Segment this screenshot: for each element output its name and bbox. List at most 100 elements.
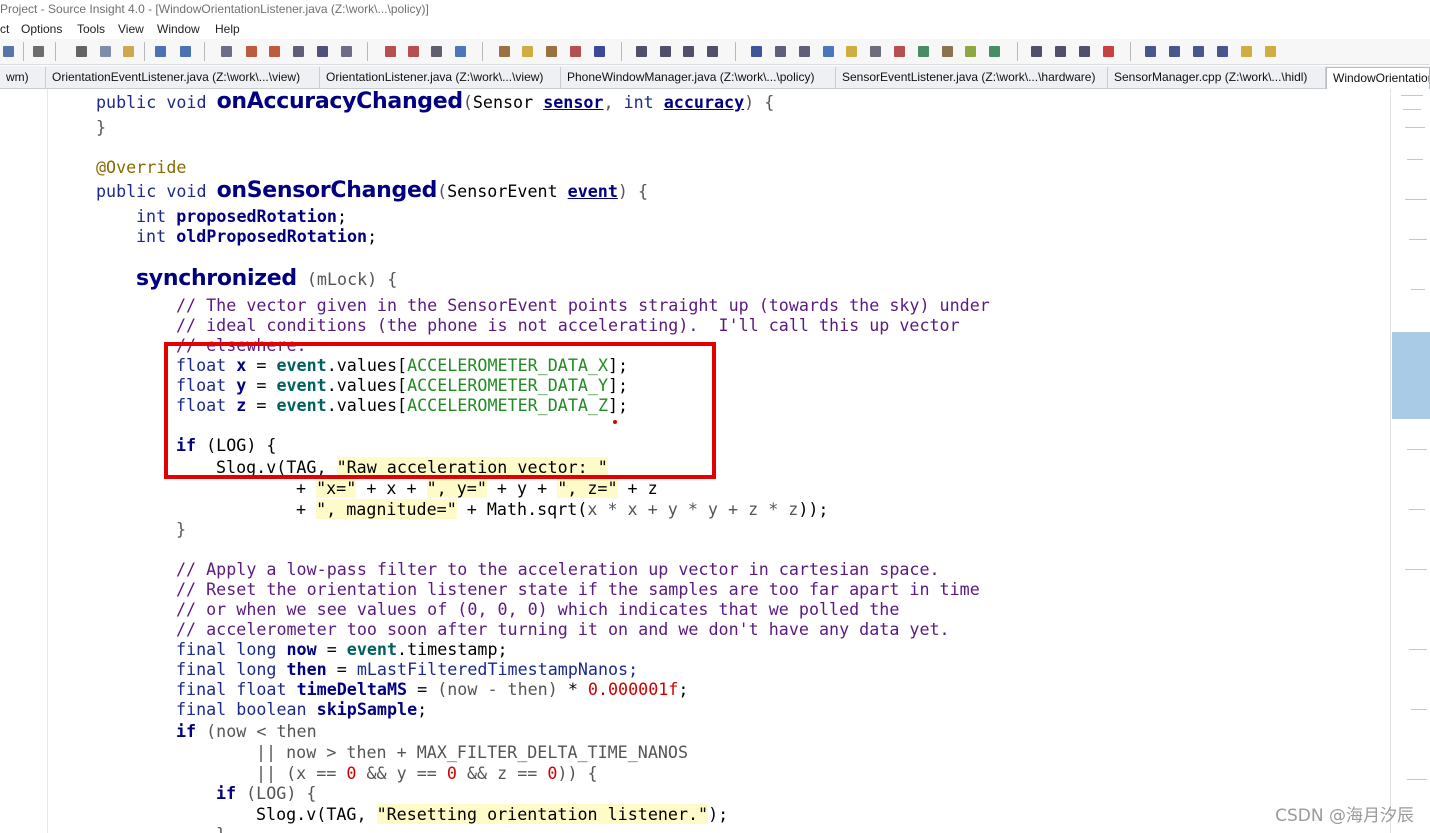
watermark: CSDN @海月汐辰 bbox=[1275, 806, 1414, 826]
find-next-icon[interactable] bbox=[266, 43, 283, 60]
code-line: final float timeDeltaMS = (now - then) *… bbox=[176, 679, 689, 699]
window-title-bar: Project - Source Insight 4.0 - [WindowOr… bbox=[0, 0, 1430, 19]
tab-window-orientation-listener[interactable]: WindowOrientationListener.java bbox=[1326, 67, 1430, 89]
cut-icon[interactable] bbox=[73, 43, 90, 60]
minimap-line bbox=[1405, 569, 1427, 570]
minimap-line bbox=[1401, 95, 1423, 96]
menu-tools[interactable]: Tools bbox=[77, 19, 105, 39]
toolbar-separator bbox=[367, 42, 368, 61]
code-line: public void onSensorChanged(SensorEvent … bbox=[96, 178, 649, 203]
minimap-line bbox=[1407, 159, 1423, 160]
code-line: + "x=" + x + ", y=" + y + ", z=" + z bbox=[296, 478, 658, 498]
minimap-line bbox=[1409, 509, 1425, 510]
undo-icon[interactable] bbox=[152, 43, 169, 60]
tab-sensor-event-listener[interactable]: SensorEventListener.java (Z:\work\...\ha… bbox=[836, 67, 1108, 89]
code-editor[interactable]: public void onAccuracyChanged(Sensor sen… bbox=[0, 89, 1390, 833]
code-overview-scrollbar[interactable] bbox=[1390, 89, 1430, 833]
back-icon[interactable] bbox=[382, 43, 399, 60]
highlight-annotation-box bbox=[164, 342, 716, 479]
format-f-icon[interactable] bbox=[1262, 43, 1279, 60]
merge-icon[interactable] bbox=[962, 43, 979, 60]
minimap-line bbox=[1407, 449, 1427, 450]
folder-icon[interactable] bbox=[843, 43, 860, 60]
format-e-icon[interactable] bbox=[1238, 43, 1255, 60]
print-icon[interactable] bbox=[30, 43, 47, 60]
expand-icon[interactable] bbox=[1052, 43, 1069, 60]
split-icon[interactable] bbox=[657, 43, 674, 60]
scrollbar-thumb[interactable] bbox=[1392, 332, 1430, 419]
function-icon[interactable] bbox=[567, 43, 584, 60]
code-line: public void onAccuracyChanged(Sensor sen… bbox=[96, 89, 775, 114]
relation-icon[interactable] bbox=[543, 43, 560, 60]
search-files-icon[interactable] bbox=[290, 43, 307, 60]
menu-options[interactable]: Options bbox=[21, 19, 62, 39]
code-comment: // Reset the orientation listener state … bbox=[176, 579, 980, 599]
tab-sensor-manager[interactable]: SensorManager.cpp (Z:\work\...\hidl) bbox=[1108, 67, 1326, 89]
menu-help[interactable]: Help bbox=[215, 19, 240, 39]
toolbar-separator bbox=[144, 42, 145, 61]
outline-icon[interactable] bbox=[796, 43, 813, 60]
find-icon[interactable] bbox=[218, 43, 235, 60]
toolbar-separator bbox=[1017, 42, 1018, 61]
code-comment: // accelerometer too soon after turning … bbox=[176, 619, 950, 639]
code-line: @Override bbox=[96, 157, 187, 177]
collapse-icon[interactable] bbox=[1076, 43, 1093, 60]
tab-orientation-listener[interactable]: OrientationListener.java (Z:\work\...\vi… bbox=[320, 67, 561, 89]
code-line: synchronized (mLock) { bbox=[136, 266, 398, 291]
browse-icon[interactable] bbox=[338, 43, 355, 60]
toolbar-separator bbox=[204, 42, 205, 61]
tab-wm[interactable]: wm) bbox=[0, 67, 46, 89]
tab-orientation-event-listener[interactable]: OrientationEventListener.java (Z:\work\.… bbox=[46, 67, 320, 89]
format-c-icon[interactable] bbox=[1190, 43, 1207, 60]
menu-window[interactable]: Window bbox=[157, 19, 200, 39]
globe-icon[interactable] bbox=[915, 43, 932, 60]
jump-icon[interactable] bbox=[428, 43, 445, 60]
reference-icon[interactable] bbox=[591, 43, 608, 60]
new-icon[interactable] bbox=[0, 43, 17, 60]
toolbar-separator bbox=[55, 42, 56, 61]
sync-icon[interactable] bbox=[820, 43, 837, 60]
format-b-icon[interactable] bbox=[1166, 43, 1183, 60]
bookmark-icon[interactable] bbox=[452, 43, 469, 60]
minimap-line bbox=[1411, 709, 1427, 710]
format-d-icon[interactable] bbox=[1214, 43, 1231, 60]
windows-icon[interactable] bbox=[704, 43, 721, 60]
clip-icon[interactable] bbox=[891, 43, 908, 60]
menu-project[interactable]: ct bbox=[0, 19, 9, 39]
redo-icon[interactable] bbox=[177, 43, 194, 60]
layout-icon[interactable] bbox=[633, 43, 650, 60]
toolbar-separator bbox=[621, 42, 622, 61]
toolbar bbox=[0, 39, 1430, 65]
file-tab-bar: wm) OrientationEventListener.java (Z:\wo… bbox=[0, 66, 1430, 89]
minimap-line bbox=[1405, 127, 1425, 128]
close-all-icon[interactable] bbox=[1100, 43, 1117, 60]
copy-icon[interactable] bbox=[97, 43, 114, 60]
context-icon[interactable] bbox=[772, 43, 789, 60]
code-line: if (now < then bbox=[176, 721, 317, 741]
help-icon[interactable] bbox=[867, 43, 884, 60]
tab-phone-window-manager[interactable]: PhoneWindowManager.java (Z:\work\...\pol… bbox=[561, 67, 836, 89]
bird-icon[interactable] bbox=[939, 43, 956, 60]
grid-icon[interactable] bbox=[986, 43, 1003, 60]
code-line: || (x == 0 && y == 0 && z == 0)) { bbox=[256, 763, 598, 783]
paste-icon[interactable] bbox=[120, 43, 137, 60]
find-prev-icon[interactable] bbox=[243, 43, 260, 60]
code-comment: // ideal conditions (the phone is not ac… bbox=[176, 315, 960, 335]
code-line: int proposedRotation; bbox=[136, 206, 347, 226]
project-icon[interactable] bbox=[748, 43, 765, 60]
code-line: } bbox=[176, 519, 187, 539]
panel-icon[interactable] bbox=[680, 43, 697, 60]
replace-icon[interactable] bbox=[314, 43, 331, 60]
code-comment: // or when we see values of (0, 0, 0) wh… bbox=[176, 599, 900, 619]
zoom-in-icon[interactable] bbox=[1028, 43, 1045, 60]
format-a-icon[interactable] bbox=[1142, 43, 1159, 60]
toolbar-separator bbox=[735, 42, 736, 61]
symbol-window-icon[interactable] bbox=[496, 43, 513, 60]
code-line: Slog.v(TAG, "Resetting orientation liste… bbox=[256, 804, 729, 824]
code-line: final boolean skipSample; bbox=[176, 699, 428, 719]
menu-view[interactable]: View bbox=[118, 19, 144, 39]
minimap-line bbox=[1409, 649, 1427, 650]
symbol-list-icon[interactable] bbox=[519, 43, 536, 60]
forward-icon[interactable] bbox=[405, 43, 422, 60]
window-title: Project - Source Insight 4.0 - [WindowOr… bbox=[0, 2, 429, 16]
